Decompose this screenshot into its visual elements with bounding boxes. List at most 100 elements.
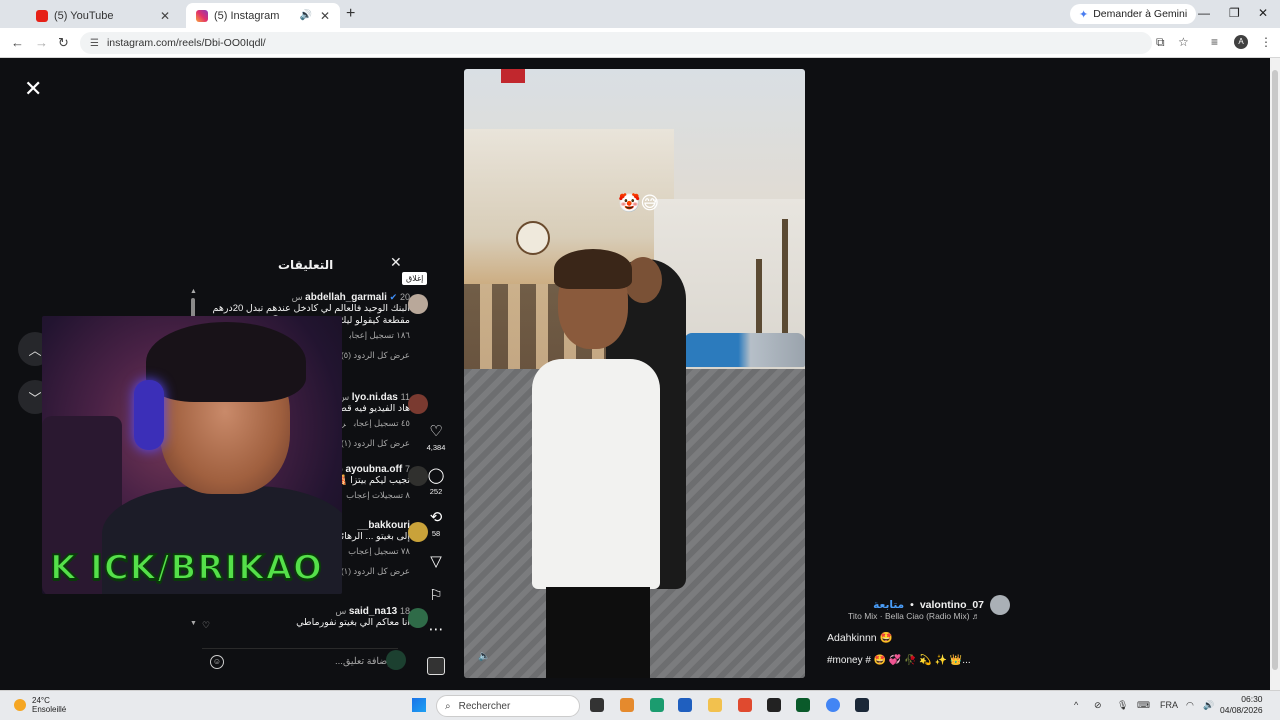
store-icon[interactable] <box>678 698 692 712</box>
reels-viewer: ✕ ︿ ﹀ التعليقات ✕ إغلاق ▲ ▼ abdellah_gar… <box>0 58 1270 690</box>
emoji-icon[interactable]: ☺ <box>210 654 224 669</box>
more-options-button[interactable]: ⋯ <box>422 622 450 638</box>
author-username[interactable]: valontino_07 <box>920 599 984 611</box>
chevron-down-icon: ﹀ <box>28 390 42 406</box>
comment-username[interactable]: bakkouri__ <box>357 520 410 531</box>
youtube-icon <box>36 9 48 22</box>
bookmark-icon: ⚐ <box>429 587 443 604</box>
steam-icon[interactable] <box>855 698 869 712</box>
windows-taskbar: 24°C Ensoleillé ⌕ Rechercher ^ ⊘ 🎙 ⌨ FRA … <box>0 690 1280 720</box>
install-app-icon[interactable]: ⧉ <box>1156 35 1165 50</box>
gemini-button[interactable]: ✦ Demander à Gemini <box>1070 4 1197 24</box>
file-explorer-icon[interactable] <box>708 698 722 712</box>
edge-icon[interactable] <box>650 698 664 712</box>
music-label[interactable]: Tito Mix · Bella Ciao (Radio Mix) ♬ <box>848 611 980 621</box>
task-view-icon[interactable] <box>590 698 604 712</box>
laughing-emoji-icon: 🤡😅 <box>618 193 660 213</box>
instagram-icon <box>196 9 208 22</box>
reading-list-icon[interactable]: ≡ <box>1211 35 1218 49</box>
close-tooltip: إغلاق <box>402 272 428 285</box>
back-icon[interactable]: ← <box>11 35 24 50</box>
url-field[interactable]: ☰ instagram.com/reels/Dbi-OO0Iqdl/ <box>80 32 1152 54</box>
comment-likes[interactable]: ١٨٦ تسجيل إعجاب <box>349 330 410 340</box>
reload-icon[interactable]: ↻ <box>58 35 69 51</box>
scroll-up-icon[interactable]: ▲ <box>190 288 197 295</box>
reel-tags[interactable]: #money # 🤩 💞 🥀 💫 ✨ 👑... <box>827 655 971 666</box>
close-comments-icon[interactable]: ✕ <box>390 254 402 271</box>
comment-input[interactable] <box>240 656 390 667</box>
tab-youtube[interactable]: (5) YouTube ✕ <box>26 3 180 28</box>
site-info-icon[interactable]: ☰ <box>90 38 99 49</box>
speaker-icon[interactable]: 🔊 <box>299 10 311 21</box>
new-tab-icon[interactable]: + <box>346 5 355 23</box>
avatar[interactable] <box>408 394 428 414</box>
comment-username[interactable]: ayoubna.off <box>346 464 403 475</box>
comment-likes[interactable]: ٨ تسجيلات إعجاب <box>346 490 410 500</box>
bookmark-star-icon[interactable]: ☆ <box>1178 35 1189 49</box>
current-user-avatar <box>386 650 406 670</box>
close-tab-icon[interactable]: ✕ <box>320 9 330 23</box>
terminal-icon[interactable] <box>796 698 810 712</box>
sun-icon <box>14 699 26 711</box>
stream-logo: K ICK/BRIKAO <box>49 547 323 589</box>
comments-title: التعليقات <box>278 258 334 272</box>
reel-caption: Adahkinnn 🤩 <box>827 632 893 644</box>
comment-likes[interactable]: ٤٥ تسجيل إعجاب <box>354 418 410 428</box>
close-window-icon[interactable]: ✕ <box>1258 6 1268 20</box>
copilot-icon[interactable] <box>620 698 634 712</box>
video-person-front <box>532 249 660 678</box>
language-indicator[interactable]: FRA <box>1160 700 1178 710</box>
avatar[interactable] <box>408 294 428 314</box>
video-flag <box>501 69 525 83</box>
volume-icon[interactable]: 🔊 <box>1203 700 1214 711</box>
close-icon[interactable]: ✕ <box>24 76 42 102</box>
comment-item: said_na13 18 س انا معاكم الي بغيتو نفورم… <box>202 606 428 630</box>
comment-like-icon[interactable]: ♡ <box>202 620 210 631</box>
scroll-thumb[interactable] <box>1272 70 1278 670</box>
wifi-icon[interactable]: ◠ <box>1186 700 1194 711</box>
mute-icon[interactable]: 🔈 <box>478 651 490 662</box>
chevron-up-icon[interactable]: ^ <box>1074 700 1078 710</box>
tab-title: (5) Instagram <box>214 9 280 22</box>
share-button[interactable]: ▽ <box>422 554 450 570</box>
address-bar: ← → ↻ ☰ instagram.com/reels/Dbi-OO0Iqdl/… <box>0 28 1280 58</box>
chrome-icon[interactable] <box>826 698 840 712</box>
browser-tab-bar: (5) YouTube ✕ (5) Instagram 🔊 ✕ + ✦ Dema… <box>0 0 1280 28</box>
heart-icon: ♡ <box>429 423 443 440</box>
scroll-down-icon[interactable]: ▼ <box>190 620 197 627</box>
save-button[interactable]: ⚐ <box>422 588 450 604</box>
tab-instagram[interactable]: (5) Instagram 🔊 ✕ <box>186 3 340 28</box>
like-count: 4,384 <box>426 443 446 452</box>
keyboard-icon[interactable]: ⌨ <box>1137 700 1150 711</box>
like-button[interactable]: ♡ 4,384 <box>422 423 450 453</box>
minimize-icon[interactable]: — <box>1198 6 1210 20</box>
forward-icon[interactable]: → <box>35 35 48 50</box>
app-icon[interactable] <box>767 698 781 712</box>
profile-avatar[interactable]: A <box>1234 35 1248 49</box>
video-palm <box>782 219 788 349</box>
comment-username[interactable]: said_na13 <box>349 606 397 617</box>
windows-start-icon[interactable] <box>412 698 426 712</box>
gemini-icon: ✦ <box>1079 8 1089 21</box>
comment-username[interactable]: abdellah_garmali <box>305 292 387 303</box>
brave-icon[interactable] <box>738 698 752 712</box>
reel-video[interactable]: 🤡😅 🔈 <box>464 69 805 678</box>
audio-thumbnail[interactable] <box>427 657 445 675</box>
taskbar-search[interactable]: ⌕ Rechercher <box>436 695 580 717</box>
microphone-icon[interactable]: 🎙 <box>1117 700 1128 711</box>
comment-username[interactable]: lyo.ni.das <box>352 392 398 403</box>
page-scrollbar[interactable] <box>1270 58 1280 690</box>
comment-composer: ☺ <box>202 648 398 674</box>
author-avatar[interactable] <box>990 595 1010 615</box>
comment-likes[interactable]: ٧٨ تسجيل إعجاب <box>348 546 410 556</box>
restore-icon[interactable]: ❐ <box>1229 6 1240 20</box>
follow-button[interactable]: متابعة <box>873 599 904 611</box>
menu-kebab-icon[interactable]: ⋮ <box>1260 35 1272 49</box>
network-icon[interactable]: ⊘ <box>1094 700 1102 711</box>
taskbar-clock[interactable]: 06:30 04/08/2026 <box>1220 694 1263 716</box>
comment-text: انا معاكم الي بغيتو نفورماطي <box>296 617 410 628</box>
weather-widget[interactable]: 24°C Ensoleillé <box>14 696 66 714</box>
comment-button[interactable]: ◯ 252 <box>422 468 450 497</box>
repost-button[interactable]: ⟲ 58 <box>422 510 450 539</box>
close-tab-icon[interactable]: ✕ <box>160 9 170 23</box>
